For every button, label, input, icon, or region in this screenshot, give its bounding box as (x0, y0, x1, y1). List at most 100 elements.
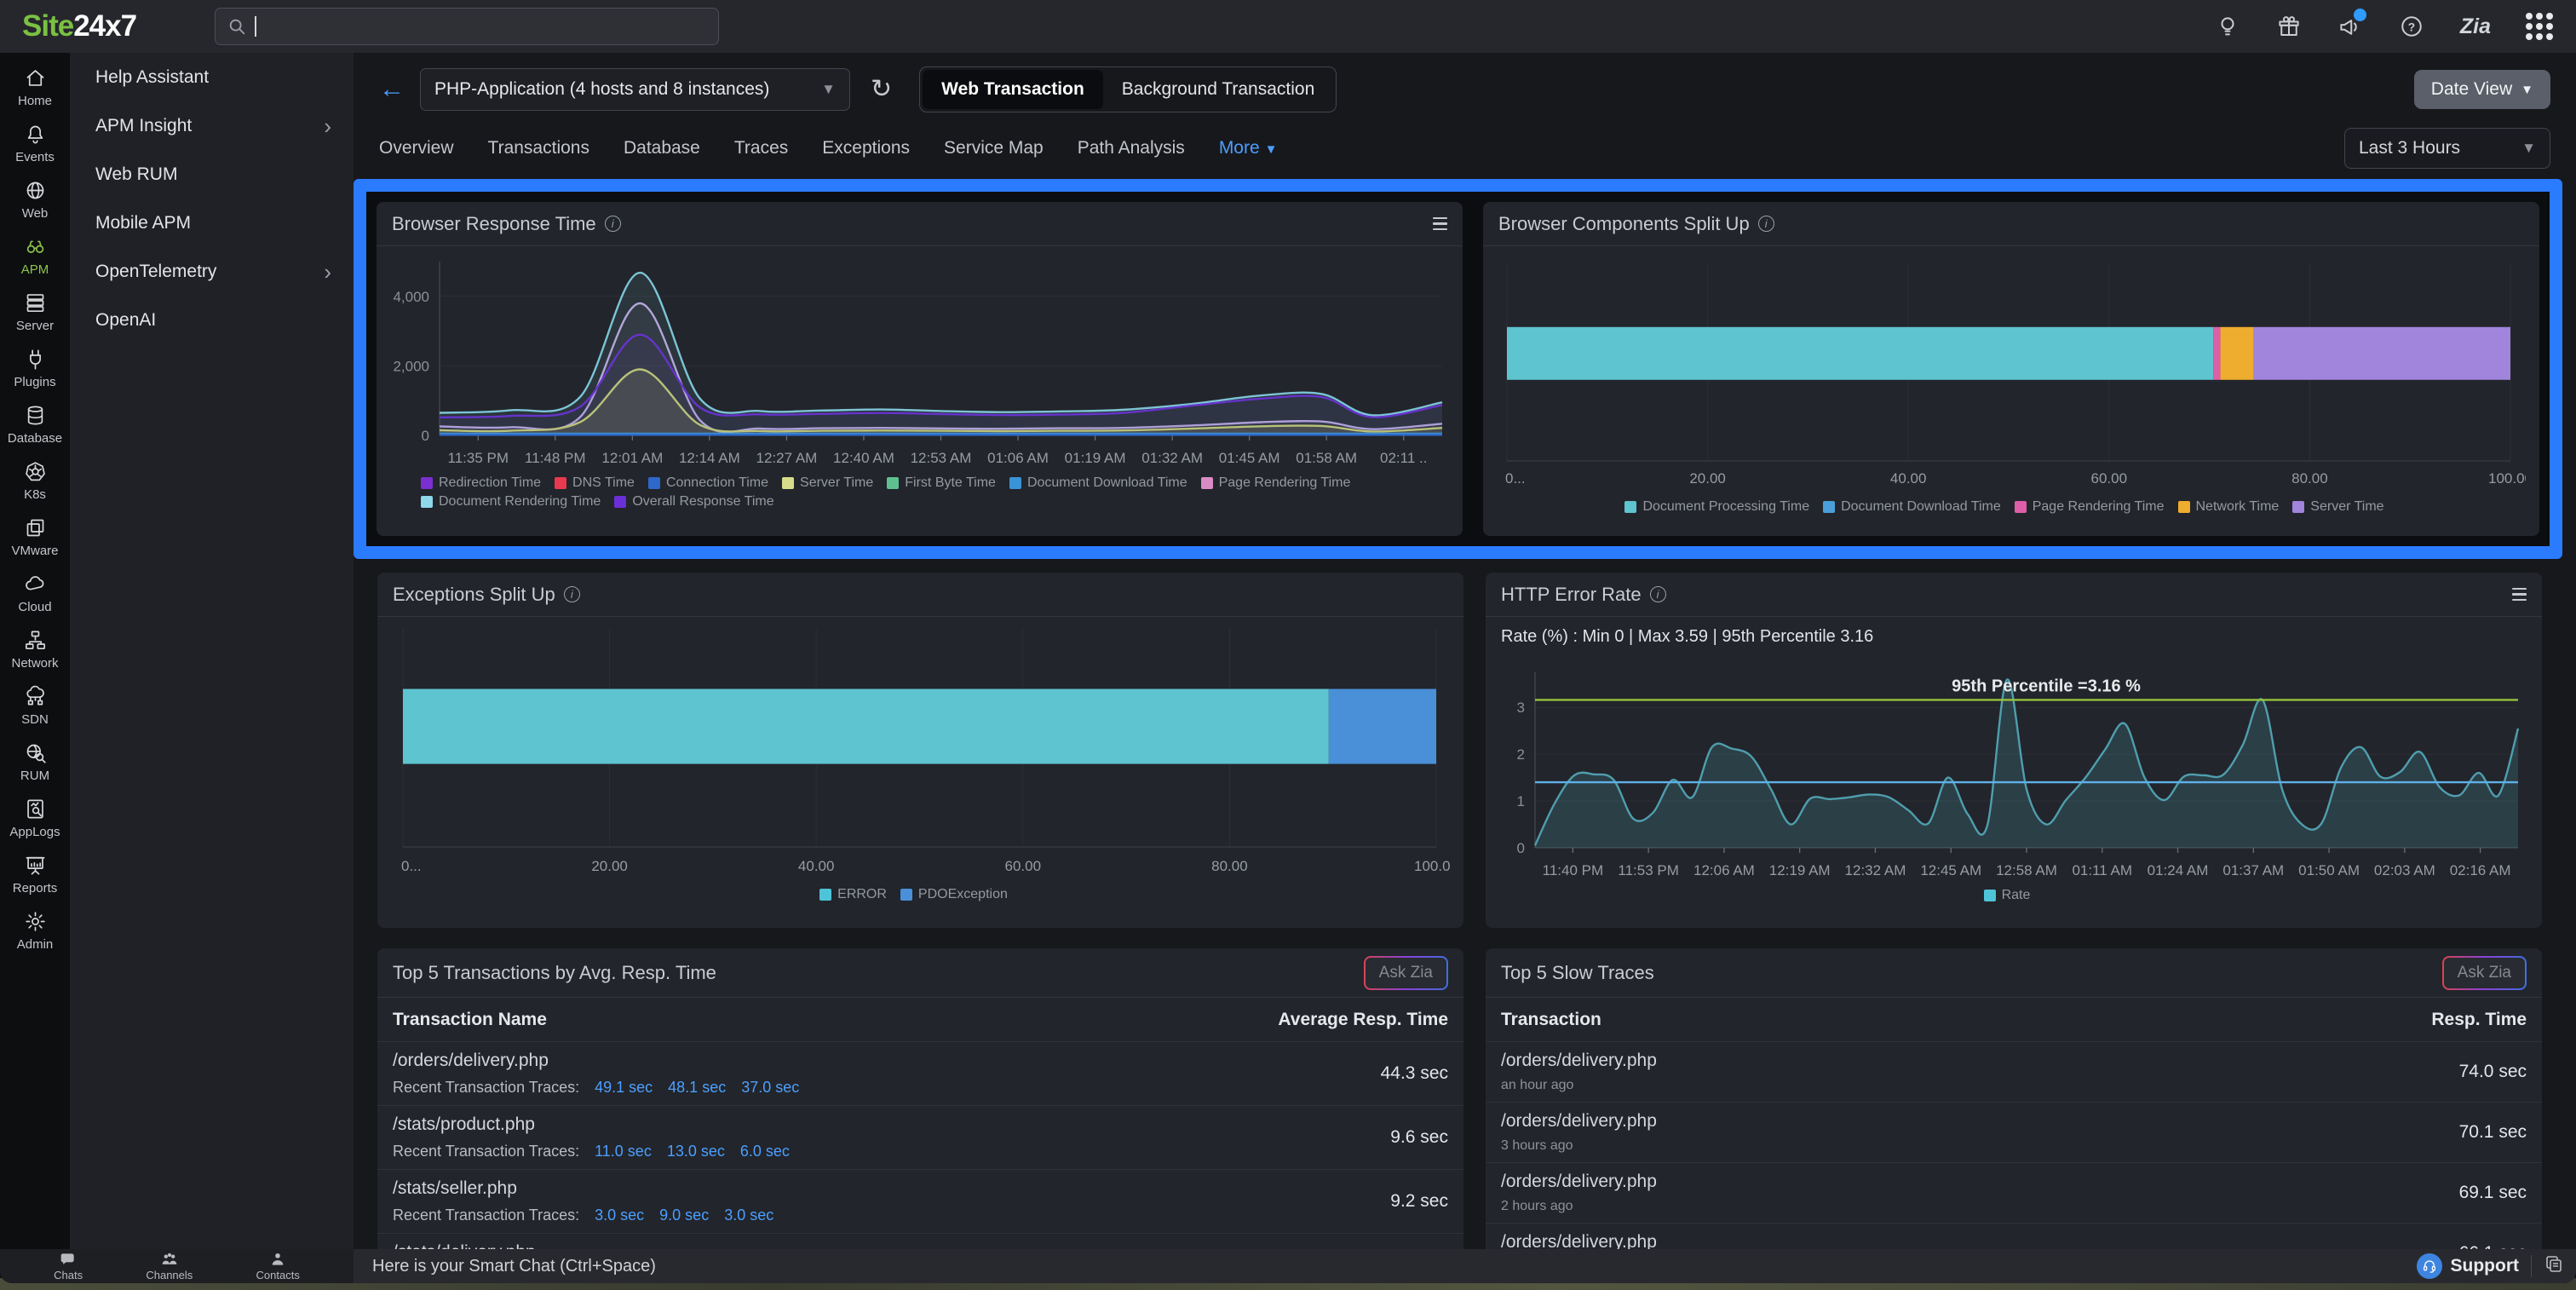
legend-item[interactable]: Document Download Time (1823, 499, 2001, 515)
global-search[interactable] (215, 8, 719, 45)
table-row[interactable]: /orders/delivery.php13 minutes ago66.1 s… (1486, 1224, 2542, 1249)
panel-menu-icon[interactable] (1433, 217, 1447, 230)
gift-icon[interactable] (2276, 14, 2302, 39)
menu-item-apm-insight[interactable]: APM Insight› (70, 101, 354, 150)
nav-tab-more[interactable]: More▼ (1219, 138, 1278, 158)
menu-item-help-assistant[interactable]: Help Assistant (70, 53, 354, 101)
chats-button[interactable]: Chats (54, 1251, 83, 1281)
legend-item[interactable]: PDOException (900, 887, 1008, 902)
search-input[interactable] (256, 16, 665, 37)
info-icon[interactable]: i (1650, 586, 1666, 602)
legend-item[interactable]: Document Download Time (1009, 475, 1187, 491)
sidebar-item-plugins[interactable]: Plugins (0, 348, 70, 389)
menu-item-openai[interactable]: OpenAI (70, 296, 354, 344)
panel-menu-icon[interactable] (2512, 588, 2527, 601)
time-range-select[interactable]: Last 3 Hours ▼ (2344, 128, 2550, 169)
ask-zia-button[interactable]: Ask Zia (1364, 956, 1448, 990)
apps-grid-icon[interactable] (2527, 14, 2552, 39)
legend-item[interactable]: Document Rendering Time (421, 494, 601, 510)
sidebar-item-rum[interactable]: RUM (0, 741, 70, 783)
trace-link[interactable]: 3.0 sec (595, 1206, 644, 1224)
trace-link[interactable]: 3.0 sec (724, 1206, 773, 1224)
sidebar-item-web[interactable]: Web (0, 179, 70, 221)
info-icon[interactable]: i (564, 586, 580, 602)
site24x7-logo[interactable]: Site24x7 (22, 9, 136, 43)
legend-item[interactable]: Page Rendering Time (1201, 475, 1351, 491)
help-icon[interactable]: ? (2399, 14, 2424, 39)
zia-icon[interactable]: Zia (2460, 14, 2491, 39)
transaction-name[interactable]: /orders/delivery.php (393, 1051, 799, 1071)
legend-item[interactable]: Page Rendering Time (2015, 499, 2165, 515)
transaction-name[interactable]: /stats/delivery.php (393, 1242, 536, 1249)
date-view-button[interactable]: Date View▼ (2414, 70, 2550, 109)
table-row[interactable]: /stats/seller.phpRecent Transaction Trac… (377, 1170, 1463, 1234)
sidebar-item-server[interactable]: Server (0, 291, 70, 333)
sidebar-item-sdn[interactable]: SDN (0, 685, 70, 727)
browser-components-chart[interactable]: 0...20.0040.0060.0080.00100.00 (1497, 250, 2526, 493)
transaction-name[interactable]: /stats/product.php (393, 1114, 790, 1135)
tab-background-transaction[interactable]: Background Transaction (1103, 70, 1333, 109)
table-row[interactable]: /orders/delivery.phpan hour ago74.0 sec (1486, 1042, 2542, 1103)
legend-item[interactable]: First Byte Time (887, 475, 996, 491)
smart-chat-bar[interactable]: Here is your Smart Chat (Ctrl+Space) (354, 1249, 2355, 1283)
info-icon[interactable]: i (605, 216, 621, 232)
nav-tab-path-analysis[interactable]: Path Analysis (1078, 138, 1185, 158)
trace-link[interactable]: 9.0 sec (659, 1206, 709, 1224)
refresh-icon[interactable]: ↻ (871, 77, 892, 102)
nav-tab-exceptions[interactable]: Exceptions (822, 138, 910, 158)
transaction-name[interactable]: /orders/delivery.php (1501, 1232, 1657, 1249)
transaction-name[interactable]: /stats/seller.php (393, 1178, 773, 1199)
legend-item[interactable]: Server Time (782, 475, 873, 491)
sidebar-item-network[interactable]: Network (0, 629, 70, 671)
sidebar-item-home[interactable]: Home (0, 66, 70, 108)
channels-button[interactable]: Channels (146, 1251, 193, 1281)
transaction-name[interactable]: /orders/delivery.php (1501, 1051, 1657, 1071)
table-row[interactable]: /stats/delivery.php (377, 1234, 1463, 1249)
menu-item-opentelemetry[interactable]: OpenTelemetry› (70, 247, 354, 296)
legend-item[interactable]: Document Processing Time (1624, 499, 1809, 515)
nav-tab-service-map[interactable]: Service Map (944, 138, 1044, 158)
exceptions-split-chart[interactable]: 0...20.0040.0060.0080.00100.00 (391, 620, 1450, 881)
transaction-name[interactable]: /orders/delivery.php (1501, 1111, 1657, 1132)
sidebar-item-admin[interactable]: Admin (0, 910, 70, 952)
trace-link[interactable]: 11.0 sec (595, 1143, 652, 1160)
info-icon[interactable]: i (1758, 216, 1774, 232)
idea-icon[interactable] (2215, 14, 2240, 39)
legend-item[interactable]: Redirection Time (421, 475, 541, 491)
trace-link[interactable]: 48.1 sec (668, 1079, 726, 1097)
table-row[interactable]: /stats/product.phpRecent Transaction Tra… (377, 1106, 1463, 1170)
sidebar-item-vmware[interactable]: VMware (0, 516, 70, 558)
back-arrow-icon[interactable]: ← (379, 77, 405, 102)
sidebar-item-events[interactable]: Events (0, 123, 70, 164)
nav-tab-transactions[interactable]: Transactions (488, 138, 589, 158)
sidebar-item-database[interactable]: Database (0, 404, 70, 446)
legend-item[interactable]: ERROR (819, 887, 887, 902)
menu-item-mobile-apm[interactable]: Mobile APM (70, 199, 354, 247)
legend-item[interactable]: Server Time (2292, 499, 2383, 515)
http-error-rate-chart[interactable]: 012311:40 PM11:53 PM12:06 AM12:19 AM12:3… (1499, 650, 2528, 882)
trace-link[interactable]: 37.0 sec (741, 1079, 799, 1097)
sidebar-item-cloud[interactable]: Cloud (0, 573, 70, 614)
sidebar-item-k8s[interactable]: K8s (0, 460, 70, 502)
sidebar-item-reports[interactable]: Reports (0, 854, 70, 896)
nav-tab-traces[interactable]: Traces (734, 138, 788, 158)
tab-web-transaction[interactable]: Web Transaction (923, 70, 1103, 109)
ask-zia-button[interactable]: Ask Zia (2442, 956, 2527, 990)
trace-link[interactable]: 49.1 sec (595, 1079, 653, 1097)
table-row[interactable]: /orders/delivery.php2 hours ago69.1 sec (1486, 1163, 2542, 1224)
legend-item[interactable]: Network Time (2178, 499, 2280, 515)
trace-link[interactable]: 6.0 sec (740, 1143, 790, 1160)
transaction-name[interactable]: /orders/delivery.php (1501, 1172, 1657, 1192)
browser-response-time-chart[interactable]: 02,0004,00011:35 PM11:48 PM12:01 AM12:14… (390, 250, 1449, 469)
menu-item-web-rum[interactable]: Web RUM (70, 150, 354, 199)
announcements-icon[interactable] (2337, 14, 2363, 39)
table-row[interactable]: /orders/delivery.php3 hours ago70.1 sec (1486, 1103, 2542, 1163)
nav-tab-database[interactable]: Database (624, 138, 700, 158)
contacts-button[interactable]: Contacts (256, 1251, 300, 1281)
trace-link[interactable]: 13.0 sec (667, 1143, 725, 1160)
nav-tab-overview[interactable]: Overview (379, 138, 454, 158)
legend-item[interactable]: Rate (1984, 888, 2031, 903)
copy-icon[interactable] (2544, 1254, 2564, 1279)
legend-item[interactable]: DNS Time (555, 475, 635, 491)
application-selector[interactable]: PHP-Application (4 hosts and 8 instances… (420, 68, 850, 111)
